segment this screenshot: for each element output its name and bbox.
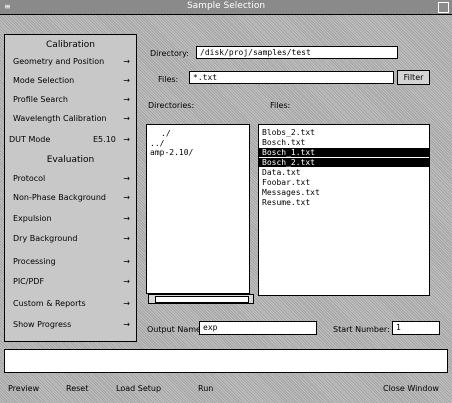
directories-list[interactable]: ./ ../ amp-2.10/ [146, 124, 250, 294]
reset-button[interactable]: Reset [66, 384, 88, 393]
run-button[interactable]: Run [198, 384, 213, 393]
arrow-right-icon[interactable]: → [123, 76, 130, 85]
calibration-header: Calibration [46, 40, 95, 50]
sidebar-item-wavelength-calibration[interactable]: Wavelength Calibration [13, 114, 107, 123]
sidebar-item-protocol[interactable]: Protocol [13, 174, 45, 183]
close-window-button[interactable]: Close Window [383, 384, 439, 393]
sidebar-item-show-progress[interactable]: Show Progress [13, 320, 71, 329]
sidebar-panel: Calibration Geometry and Position → Mode… [4, 34, 137, 342]
arrow-right-icon[interactable]: → [123, 57, 130, 66]
load-setup-button[interactable]: Load Setup [116, 384, 161, 393]
scrollbar-thumb[interactable] [155, 296, 249, 303]
files-header: Files: [270, 101, 291, 110]
filter-button[interactable]: Filter [397, 70, 430, 85]
close-window-icon[interactable] [438, 2, 449, 13]
output-name-label: Output Name: [147, 325, 204, 334]
sidebar-item-non-phase-background[interactable]: Non-Phase Background [13, 193, 106, 202]
arrow-right-icon[interactable]: → [123, 257, 130, 266]
directory-field[interactable]: /disk/proj/samples/test [196, 46, 398, 59]
arrow-right-icon[interactable]: → [123, 174, 130, 183]
list-item[interactable]: Bosch.txt [262, 138, 305, 147]
arrow-right-icon[interactable]: → [123, 114, 130, 123]
sidebar-item-mode-selection[interactable]: Mode Selection [13, 76, 74, 85]
list-item-selected[interactable]: Bosch_2.txt [259, 158, 429, 167]
list-item[interactable]: Data.txt [262, 168, 301, 177]
evaluation-header: Evaluation [46, 155, 95, 165]
sidebar-item-dry-background[interactable]: Dry Background [13, 234, 77, 243]
list-item[interactable]: Blobs_2.txt [262, 128, 315, 137]
title-bar[interactable]: ≡ Sample Selection [0, 0, 452, 15]
start-number-field[interactable]: 1 [392, 321, 440, 335]
list-item[interactable]: Messages.txt [262, 188, 320, 197]
list-item[interactable]: ../ [150, 139, 164, 148]
preview-button[interactable]: Preview [8, 384, 39, 393]
sidebar-item-profile-search[interactable]: Profile Search [13, 95, 68, 104]
output-name-field[interactable]: exp [199, 321, 317, 335]
list-item[interactable]: ./ [161, 129, 171, 138]
sidebar-item-expulsion[interactable]: Expulsion [13, 214, 52, 223]
sidebar-item-pic-pdf[interactable]: PIC/PDF [13, 277, 44, 286]
dut-mode-label: DUT Mode [9, 135, 51, 144]
arrow-right-icon[interactable]: → [123, 299, 130, 308]
files-filter-field[interactable]: *.txt [189, 71, 394, 84]
files-list[interactable]: Blobs_2.txt Bosch.txt Bosch_1.txt Bosch_… [258, 124, 430, 296]
arrow-right-icon[interactable]: → [123, 320, 130, 329]
arrow-right-icon[interactable]: → [123, 277, 130, 286]
arrow-right-icon[interactable]: → [123, 234, 130, 243]
dut-mode-value: E5.10 [93, 135, 116, 144]
directories-header: Directories: [148, 101, 195, 110]
arrow-right-icon[interactable]: → [123, 135, 130, 144]
arrow-right-icon[interactable]: → [123, 193, 130, 202]
window-title: Sample Selection [186, 1, 266, 11]
sidebar-item-processing[interactable]: Processing [13, 257, 56, 266]
directory-label: Directory: [150, 49, 189, 58]
list-item[interactable]: Foobar.txt [262, 178, 310, 187]
list-item[interactable]: amp-2.10/ [150, 148, 193, 157]
arrow-right-icon[interactable]: → [123, 95, 130, 104]
list-item-selected[interactable]: Bosch_1.txt [259, 148, 429, 157]
files-filter-label: Files: [158, 75, 179, 84]
start-number-label: Start Number: [333, 325, 390, 334]
list-item[interactable]: Resume.txt [262, 198, 310, 207]
directories-scrollbar[interactable] [148, 294, 254, 304]
sidebar-item-custom-reports[interactable]: Custom & Reports [13, 299, 86, 308]
arrow-right-icon[interactable]: → [123, 214, 130, 223]
sidebar-item-geometry-position[interactable]: Geometry and Position [13, 57, 104, 66]
status-bar [4, 349, 448, 373]
